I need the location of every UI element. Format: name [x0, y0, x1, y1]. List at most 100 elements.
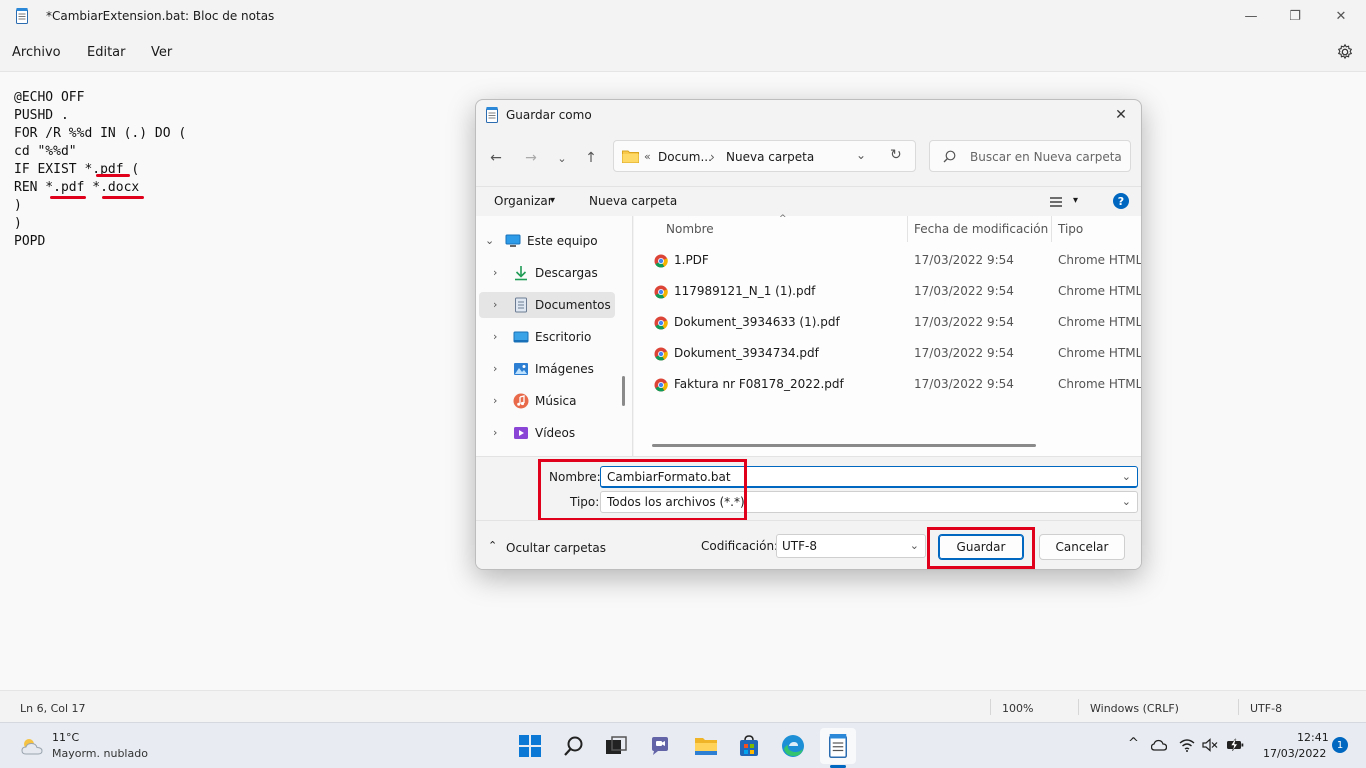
notepad-taskbar-button[interactable]	[820, 728, 856, 764]
help-icon[interactable]: ?	[1113, 193, 1129, 209]
notification-badge[interactable]: 1	[1332, 737, 1348, 753]
status-bar: Ln 6, Col 17 100% Windows (CRLF) UTF-8	[0, 690, 1366, 722]
chevron-right-icon[interactable]: ›	[493, 394, 497, 407]
clock-date[interactable]: 17/03/2022	[1263, 747, 1326, 760]
chevron-down-icon[interactable]: ⌄	[1122, 495, 1131, 508]
back-button[interactable]: ←	[484, 146, 508, 170]
file-row[interactable]: 1.PDF 17/03/2022 9:54 Chrome HTML D	[652, 244, 1141, 275]
code-line: PUSHD .	[14, 108, 69, 123]
chevron-down-icon[interactable]: ⌄	[910, 539, 919, 552]
code-line: FOR /R %%d IN (.) DO (	[14, 126, 187, 141]
menu-bar: Archivo Editar Ver	[0, 32, 1366, 72]
file-row[interactable]: Dokument_3934633 (1).pdf 17/03/2022 9:54…	[652, 306, 1142, 337]
close-icon: ✕	[1115, 107, 1127, 123]
menu-ver[interactable]: Ver	[151, 45, 172, 60]
chevron-down-icon[interactable]: ⌄	[485, 234, 494, 247]
caret-down-icon[interactable]: ▾	[1073, 195, 1078, 206]
column-divider[interactable]	[907, 216, 908, 242]
nav-item-escritorio[interactable]: › Escritorio	[479, 324, 615, 350]
breadcrumb-nueva-carpeta[interactable]: Nueva carpeta	[726, 150, 814, 164]
recent-locations-button[interactable]: ⌄	[550, 146, 574, 170]
navigation-pane: ⌄ Este equipo › Descargas › Documentos ›…	[476, 216, 633, 456]
status-encoding: UTF-8	[1250, 702, 1283, 715]
pictures-icon	[514, 363, 528, 375]
chevron-right-icon[interactable]: ›	[493, 426, 497, 439]
chevron-up-icon[interactable]: ⌃	[488, 539, 497, 552]
address-bar[interactable]: « Docum... › Nueva carpeta ⌄ ↻	[613, 140, 916, 172]
chrome-file-icon	[654, 254, 668, 268]
minimize-button[interactable]: —	[1228, 0, 1274, 32]
view-options-icon[interactable]	[1049, 196, 1063, 208]
file-type: Chrome HTML D	[1058, 377, 1142, 391]
menu-archivo[interactable]: Archivo	[12, 45, 61, 60]
search-box[interactable]: Buscar en Nueva carpeta	[929, 140, 1131, 172]
breadcrumb-documentos[interactable]: Docum...	[658, 150, 712, 164]
cloudy-weather-icon[interactable]	[20, 736, 44, 756]
encoding-select[interactable]: UTF-8 ⌄	[776, 534, 926, 558]
hide-folders-button[interactable]: Ocultar carpetas	[506, 541, 606, 555]
nav-label: Documentos	[535, 298, 611, 312]
file-row[interactable]: Dokument_3934734.pdf 17/03/2022 9:54 Chr…	[652, 337, 1141, 368]
new-folder-button[interactable]: Nueva carpeta	[589, 194, 677, 208]
organize-button[interactable]: Organizar	[494, 194, 553, 208]
breadcrumb-overflow-icon[interactable]: «	[644, 150, 651, 163]
menu-editar[interactable]: Editar	[87, 45, 126, 60]
maximize-button[interactable]: ❐	[1272, 0, 1318, 32]
show-hidden-icons-chevron-icon[interactable]: ^	[1128, 736, 1139, 751]
file-row[interactable]: 117989121_N_1 (1).pdf 17/03/2022 9:54 Ch…	[652, 275, 1141, 306]
wifi-icon[interactable]	[1179, 738, 1195, 752]
refresh-icon[interactable]: ↻	[890, 147, 902, 163]
minimize-icon: —	[1244, 8, 1258, 24]
file-list-scrollbar[interactable]	[652, 444, 1036, 447]
sort-ascending-icon: ^	[779, 214, 787, 224]
column-header-name[interactable]: Nombre	[666, 222, 714, 236]
nav-item-descargas[interactable]: › Descargas	[479, 260, 615, 286]
cancel-button[interactable]: Cancelar	[1039, 534, 1125, 560]
chevron-right-icon[interactable]: ›	[493, 266, 497, 279]
forward-button[interactable]: →	[519, 146, 543, 170]
save-as-dialog: Guardar como ✕ ← → ⌄ ↑ « Docum... › Nuev…	[475, 99, 1142, 570]
onedrive-cloud-icon[interactable]	[1151, 739, 1167, 751]
chevron-right-icon[interactable]: ›	[493, 330, 497, 343]
battery-charging-icon[interactable]	[1226, 738, 1244, 752]
microsoft-store-button[interactable]	[731, 728, 767, 764]
edge-browser-button[interactable]	[775, 728, 811, 764]
nav-label: Descargas	[535, 266, 598, 280]
code-line: )	[14, 216, 22, 231]
close-button[interactable]: ✕	[1318, 0, 1364, 32]
nav-item-musica[interactable]: › Música	[479, 388, 615, 414]
clock-time[interactable]: 12:41	[1297, 731, 1329, 744]
chevron-down-icon[interactable]: ⌄	[1122, 470, 1131, 483]
column-header-type[interactable]: Tipo	[1058, 222, 1083, 236]
up-button[interactable]: ↑	[579, 146, 603, 170]
chevron-right-icon[interactable]: ›	[493, 298, 497, 311]
file-row[interactable]: Faktura nr F08178_2022.pdf 17/03/2022 9:…	[652, 368, 1142, 399]
file-explorer-button[interactable]	[688, 728, 724, 764]
chevron-right-icon[interactable]: ›	[493, 362, 497, 375]
file-date: 17/03/2022 9:54	[914, 377, 1014, 391]
weather-temperature[interactable]: 11°C	[52, 731, 79, 744]
teams-chat-button[interactable]	[642, 728, 678, 764]
code-line: POPD	[14, 234, 46, 249]
nav-item-este-equipo[interactable]: ⌄ Este equipo	[479, 228, 615, 254]
dialog-close-button[interactable]: ✕	[1101, 100, 1141, 130]
line-ending: Windows (CRLF)	[1090, 702, 1179, 715]
taskbar-search-button[interactable]	[556, 728, 592, 764]
file-type: Chrome HTML D	[1058, 315, 1142, 329]
column-divider[interactable]	[1051, 216, 1052, 242]
nav-item-videos[interactable]: › Vídeos	[479, 420, 615, 446]
encoding-value: UTF-8	[782, 539, 817, 553]
column-header-date[interactable]: Fecha de modificación	[914, 222, 1048, 236]
weather-description[interactable]: Mayorm. nublado	[52, 747, 148, 760]
nav-item-imagenes[interactable]: › Imágenes	[479, 356, 615, 382]
nav-scrollbar[interactable]	[622, 376, 625, 406]
file-name: Dokument_3934633 (1).pdf	[674, 315, 840, 329]
folder-icon	[695, 738, 717, 755]
settings-gear-icon[interactable]	[1336, 43, 1354, 61]
address-dropdown-icon[interactable]: ⌄	[856, 148, 866, 162]
volume-muted-icon[interactable]	[1202, 738, 1218, 752]
nav-item-documentos[interactable]: › Documentos	[479, 292, 615, 318]
code-line: @ECHO OFF	[14, 90, 85, 105]
start-button[interactable]	[512, 728, 548, 764]
task-view-button[interactable]	[598, 728, 634, 764]
